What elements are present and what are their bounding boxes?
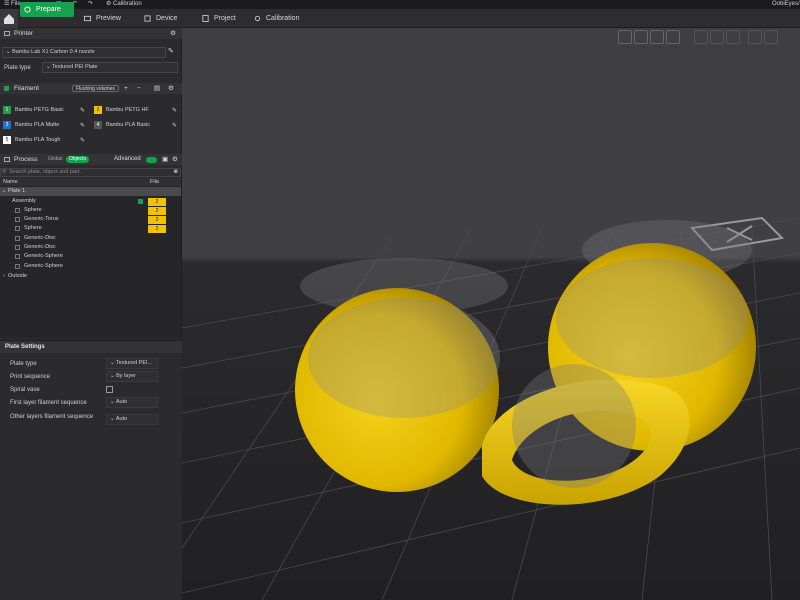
part-checkbox[interactable] <box>15 226 20 231</box>
remove-filament-icon[interactable]: − <box>137 83 141 94</box>
filament-edit-icon[interactable]: ✎ <box>80 122 85 129</box>
process-section-header: Process Global Objects Advanced ▣ ⚙ <box>0 154 182 165</box>
3d-viewport[interactable] <box>182 28 800 600</box>
tab-project[interactable]: Project <box>198 11 250 26</box>
filament-badge[interactable]: 2 <box>148 198 166 206</box>
filament-badge[interactable]: 2 <box>148 216 166 224</box>
tree-row-outside[interactable]: › Outside <box>0 272 181 281</box>
clear-search-icon[interactable]: ⊗ <box>173 169 178 176</box>
printer-icon <box>4 31 10 36</box>
filament-edit-icon[interactable]: ✎ <box>80 137 85 144</box>
calibration-icon <box>254 15 261 22</box>
redo-icon[interactable]: ↷ <box>88 0 93 9</box>
filament-edit-icon[interactable]: ✎ <box>80 107 85 114</box>
filament-settings-icon[interactable]: ⚙ <box>168 83 174 94</box>
tree-row-part[interactable]: Sphere 2 <box>0 206 181 215</box>
filament-item-1[interactable]: 1 Bambu PETG Basic <box>3 105 64 116</box>
object-search-input[interactable]: ⚲ Search plate, object and part. ⊗ <box>0 168 181 177</box>
spiral-vase-label: Spiral vase <box>10 387 40 393</box>
object-tree: Name Fila ⌄ Plate 1 Assembly 2 Sphere 2 G… <box>0 178 181 338</box>
plate-type-label: Plate type <box>4 65 31 71</box>
tab-calibration[interactable]: Calibration <box>250 11 310 26</box>
device-icon <box>144 15 151 22</box>
part-checkbox[interactable] <box>15 245 20 250</box>
tree-row-assembly[interactable]: Assembly 2 <box>0 197 181 206</box>
assembly-checkbox[interactable] <box>138 199 143 204</box>
process-global-toggle[interactable]: Global <box>48 154 62 165</box>
tree-row-part[interactable]: Generic-Disc <box>0 243 181 252</box>
app-name: OobiEyes/Ch <box>772 1 800 7</box>
plate-type-label: Plate type <box>10 361 37 367</box>
prepare-icon <box>24 6 31 13</box>
other-layers-sequence-label: Other layers filament sequence <box>10 414 94 420</box>
printer-edit-icon[interactable]: ✎ <box>168 47 174 55</box>
part-checkbox[interactable] <box>15 264 20 269</box>
generic-sphere-right[interactable] <box>556 258 748 378</box>
home-icon <box>4 14 14 24</box>
add-filament-icon[interactable]: + <box>124 83 128 94</box>
first-layer-sequence-label: First layer filament sequence <box>10 400 87 406</box>
tree-row-part[interactable]: Generic-Disc <box>0 234 181 243</box>
title-bar: ☰ File ⌄ ▣ ↶ ↷ ⚙ Calibration OobiEyes/Ch <box>0 0 800 9</box>
filament-badge[interactable]: 2 <box>148 207 166 215</box>
printer-settings-icon[interactable]: ⚙ <box>170 28 176 39</box>
filament-edit-icon[interactable]: ✎ <box>172 122 177 129</box>
printer-section-header: Printer ⚙ <box>0 28 182 39</box>
preview-icon <box>84 15 91 22</box>
tree-row-part[interactable]: Generic-Torus 2 <box>0 215 181 224</box>
col-fila[interactable]: Fila <box>150 178 159 186</box>
filament-item-3[interactable]: 3 Bambu PLA Matte <box>3 120 59 131</box>
spiral-vase-checkbox[interactable] <box>106 386 113 393</box>
tree-row-part[interactable]: Sphere 2 <box>0 224 181 233</box>
part-checkbox[interactable] <box>15 236 20 241</box>
search-icon: ⚲ <box>2 169 7 175</box>
filament-item-5[interactable]: 5 Bambu PLA Tough <box>3 135 60 146</box>
process-objects-toggle[interactable]: Objects <box>66 156 89 163</box>
plate-type-select[interactable]: ⌄ Textured PEI... <box>106 358 158 369</box>
tab-preview[interactable]: Preview <box>80 11 132 26</box>
advanced-label: Advanced <box>114 156 141 162</box>
part-checkbox[interactable] <box>15 217 20 222</box>
flushing-volumes-button[interactable]: Flushing volumes <box>72 85 119 92</box>
process-compare-icon[interactable]: ▣ <box>162 154 168 165</box>
print-sequence-select[interactable]: ⌄ By layer <box>106 371 158 382</box>
filament-edit-icon[interactable]: ✎ <box>172 107 177 114</box>
printer-select[interactable]: ⌄ Bambu Lab X1 Carbon 0.4 nozzle <box>2 47 166 58</box>
project-icon <box>202 15 209 22</box>
filament-icon <box>4 86 9 91</box>
tab-prepare[interactable]: Prepare <box>20 2 74 17</box>
tree-row-plate[interactable]: ⌄ Plate 1 <box>0 187 181 196</box>
plate-type-select[interactable]: ⌄ Textured PEI Plate <box>42 62 178 73</box>
process-settings-icon[interactable]: ⚙ <box>172 154 178 165</box>
filament-badge[interactable]: 2 <box>148 225 166 233</box>
tree-row-part[interactable]: Generic-Sphere <box>0 252 181 261</box>
generic-sphere-center[interactable] <box>512 364 636 488</box>
object-tree-header: Name Fila <box>0 178 181 186</box>
part-checkbox[interactable] <box>15 254 20 259</box>
tree-row-part[interactable]: Generic-Sphere <box>0 262 181 271</box>
print-sequence-label: Print sequence <box>10 374 51 380</box>
advanced-toggle[interactable] <box>146 157 157 163</box>
plate-settings-panel: Plate Settings Plate type ⌄ Textured PEI… <box>0 340 182 600</box>
process-icon <box>4 157 10 162</box>
plate-settings-title: Plate Settings <box>0 341 182 353</box>
generic-sphere-left[interactable] <box>308 298 500 418</box>
sync-filament-icon[interactable]: ▤ <box>154 83 160 94</box>
other-layers-sequence-select[interactable]: ⌄ Auto <box>106 414 158 425</box>
first-layer-sequence-select[interactable]: ⌄ Auto <box>106 397 158 408</box>
filament-item-2[interactable]: 2 Bambu PETG HF <box>94 105 149 116</box>
build-plate-scene <box>182 216 800 600</box>
col-name[interactable]: Name <box>3 178 18 186</box>
part-checkbox[interactable] <box>15 208 20 213</box>
filament-section-header: Filament Flushing volumes + − ▤ ⚙ <box>0 83 182 94</box>
calibration-menu[interactable]: ⚙ Calibration <box>106 0 142 9</box>
filament-item-4[interactable]: 4 Bambu PLA Basic <box>94 120 150 131</box>
tab-device[interactable]: Device <box>140 11 188 26</box>
home-button[interactable] <box>0 9 18 28</box>
